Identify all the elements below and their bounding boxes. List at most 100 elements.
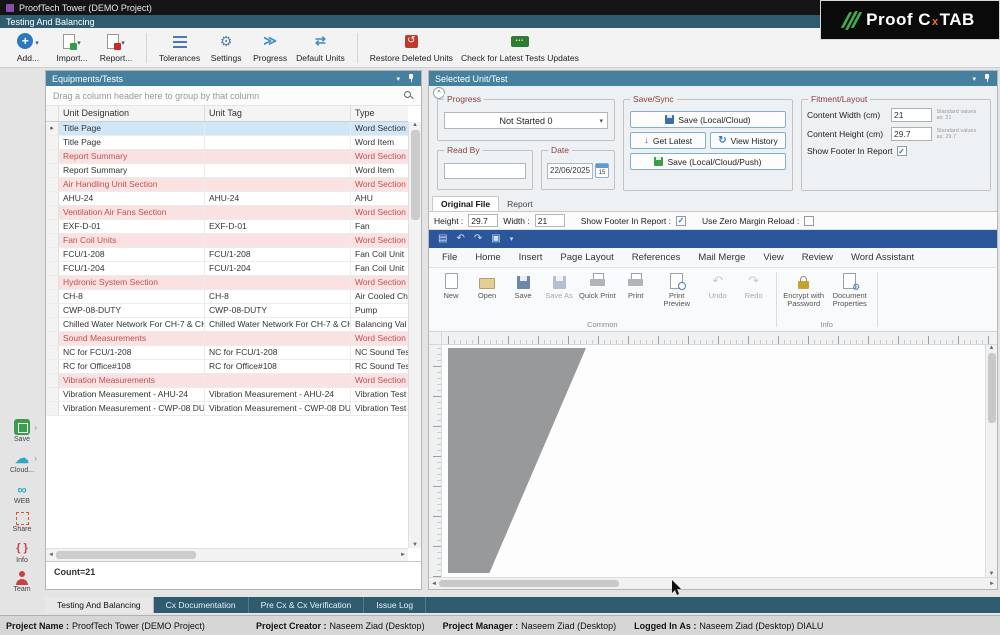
table-row[interactable]: Report Summary Word Item (46, 164, 408, 178)
table-row[interactable]: Report Summary Word Section (46, 150, 408, 164)
module-tab-testing-and-balancing[interactable]: Testing And Balancing (45, 597, 154, 613)
doc-footer-checkbox[interactable] (676, 215, 686, 226)
scroll-up-icon[interactable]: ▲ (989, 345, 995, 351)
scroll-up-icon[interactable]: ▲ (412, 122, 418, 128)
chevron-down-icon[interactable]: ▾ (510, 236, 514, 243)
dropdown-chevron-icon[interactable]: ▾ (77, 39, 81, 47)
scrollbar-thumb[interactable] (438, 580, 619, 587)
show-footer-checkbox[interactable] (896, 146, 907, 156)
toolbar-item-add[interactable]: ▾ Add... (10, 32, 46, 63)
grid-horizontal-scrollbar[interactable]: ◄ ► (46, 548, 408, 561)
table-row[interactable]: FCU/1-204 FCU/1-204 Fan Coil Unit (46, 262, 408, 276)
table-row[interactable]: CH-8 CH-8 Air Cooled Ch (46, 290, 408, 304)
table-row[interactable]: RC for Office#108 RC for Office#108 RC Sou… (46, 360, 408, 374)
expand-chevron-icon[interactable]: › (34, 423, 37, 432)
toolbar-item-report[interactable]: ▾ Report... (98, 33, 134, 63)
table-row[interactable]: NC for FCU/1-208 NC for FCU/1-208 NC Sound… (46, 346, 408, 360)
toolbar-item-import[interactable]: ▾ Import... (54, 33, 90, 63)
doc-height-input[interactable]: 29.7 (468, 214, 499, 227)
chevron-down-icon[interactable]: ▾ (972, 75, 976, 83)
rail-item-info[interactable]: Info (0, 540, 44, 564)
zero-margin-checkbox[interactable] (804, 215, 815, 226)
ribbon-tab-insert[interactable]: Insert (510, 252, 552, 263)
table-row[interactable]: Air Handling Unit Section Word Section (46, 178, 408, 192)
rail-item-team[interactable]: Team (0, 571, 44, 593)
table-row[interactable]: Chilled Water Network For CH-7 & CH-8 Chi… (46, 318, 408, 332)
rail-item-cloud[interactable]: › Cloud... (0, 450, 44, 474)
scroll-down-icon[interactable]: ▼ (412, 542, 418, 548)
column-header-type[interactable]: Type (351, 106, 408, 121)
doc-tab-original-file[interactable]: Original File (432, 196, 500, 211)
scroll-left-icon[interactable]: ◄ (48, 552, 54, 558)
pin-icon[interactable] (983, 74, 991, 83)
table-row[interactable]: AHU-24 AHU-24 AHU (46, 192, 408, 206)
redo-icon[interactable]: ↷ (474, 234, 482, 244)
ribbon-button-new[interactable]: New (433, 272, 469, 300)
ribbon-tab-page-layout[interactable]: Page Layout (551, 252, 622, 263)
scrollbar-thumb[interactable] (987, 353, 996, 423)
grid-vertical-scrollbar[interactable]: ▲ ▼ (408, 122, 421, 548)
toolbar-item-settings[interactable]: Settings (208, 33, 244, 63)
table-row[interactable]: Vibration Measurement - AHU-24 Vibration … (46, 388, 408, 402)
ribbon-button-print[interactable]: Print (618, 272, 654, 300)
ribbon-button-save[interactable]: Save (505, 272, 541, 300)
table-row[interactable]: Vibration Measurements Word Section (46, 374, 408, 388)
ribbon-tab-view[interactable]: View (754, 252, 792, 263)
scroll-left-icon[interactable]: ◄ (431, 581, 437, 587)
ribbon-tab-references[interactable]: References (623, 252, 690, 263)
search-icon[interactable] (403, 90, 414, 101)
module-tab-issue-log[interactable]: Issue Log (364, 597, 427, 613)
table-row[interactable]: Vibration Measurement - CWP-08 DUTY Vibra… (46, 402, 408, 416)
module-tab-cx-documentation[interactable]: Cx Documentation (154, 597, 249, 613)
scroll-right-icon[interactable]: ► (400, 552, 406, 558)
table-row[interactable]: ▸ Title Page Word Section (46, 122, 408, 136)
toolbar-item-check-for-latest-tests-updates[interactable]: Check for Latest Tests Updates (461, 33, 579, 63)
table-row[interactable]: Sound Measurements Word Section (46, 332, 408, 346)
rail-item-web[interactable]: WEB (0, 481, 44, 505)
table-row[interactable]: Title Page Word Item (46, 136, 408, 150)
view-history-button[interactable]: View History (710, 132, 786, 149)
toolbar-item-default-units[interactable]: Default Units (296, 33, 345, 63)
pin-icon[interactable] (407, 74, 415, 83)
scroll-right-icon[interactable]: ► (989, 581, 995, 587)
ribbon-tab-word-assistant[interactable]: Word Assistant (842, 252, 923, 263)
ribbon-tab-file[interactable]: File (433, 252, 466, 263)
table-row[interactable]: Fan Coil Units Word Section (46, 234, 408, 248)
scrollbar-thumb[interactable] (55, 551, 196, 559)
dropdown-chevron-icon[interactable]: ▾ (121, 39, 125, 47)
ribbon-tab-review[interactable]: Review (793, 252, 842, 263)
table-row[interactable]: Hydronic System Section Word Section (46, 276, 408, 290)
chevron-down-icon[interactable]: ▾ (599, 117, 603, 125)
ribbon-tab-mail-merge[interactable]: Mail Merge (689, 252, 754, 263)
grid-view-icon[interactable]: ▤ (438, 234, 447, 244)
document-horizontal-scrollbar[interactable]: ◄ ► (429, 577, 997, 589)
save-icon[interactable]: ▣ (491, 234, 500, 244)
column-header-unit-designation[interactable]: Unit Designation (59, 106, 205, 121)
rail-item-save[interactable]: › Save (0, 419, 44, 443)
content-width-input[interactable]: 21 (891, 108, 933, 122)
toolbar-item-tolerances[interactable]: Tolerances (159, 33, 200, 63)
content-height-input[interactable]: 29.7 (891, 127, 933, 141)
undo-icon[interactable]: ↶ (456, 234, 464, 244)
ribbon-tab-home[interactable]: Home (466, 252, 509, 263)
dropdown-chevron-icon[interactable]: ▾ (35, 39, 39, 47)
module-tab-pre-cx-cx-verification[interactable]: Pre Cx & Cx Verification (249, 597, 365, 613)
ribbon-button-quick-print[interactable]: Quick Print (577, 272, 618, 300)
toolbar-item-progress[interactable]: Progress (252, 33, 288, 63)
rail-item-share[interactable]: Share (0, 512, 44, 533)
save-local-cloud-push-button[interactable]: Save (Local/Cloud/Push) (630, 153, 786, 170)
chevron-down-icon[interactable]: ▾ (396, 75, 400, 83)
table-row[interactable]: FCU/1-208 FCU/1-208 Fan Coil Unit (46, 248, 408, 262)
date-input[interactable]: 22/06/2025 (547, 162, 594, 179)
ribbon-button-open[interactable]: Open (469, 272, 505, 300)
ribbon-button-print-preview[interactable]: Print Preview (654, 272, 700, 309)
document-canvas[interactable] (442, 345, 985, 577)
scrollbar-thumb[interactable] (410, 130, 420, 220)
document-vertical-scrollbar[interactable]: ▲ ▼ (985, 345, 997, 577)
toolbar-item-restore-deleted-units[interactable]: Restore Deleted Units (370, 33, 453, 63)
read-by-input[interactable] (444, 163, 526, 179)
ribbon-button-encrypt-with-password[interactable]: Encrypt with Password (781, 272, 827, 309)
calendar-icon[interactable]: 15 (595, 163, 609, 178)
expand-chevron-icon[interactable]: › (34, 454, 37, 463)
column-header-unit-tag[interactable]: Unit Tag (205, 106, 351, 121)
